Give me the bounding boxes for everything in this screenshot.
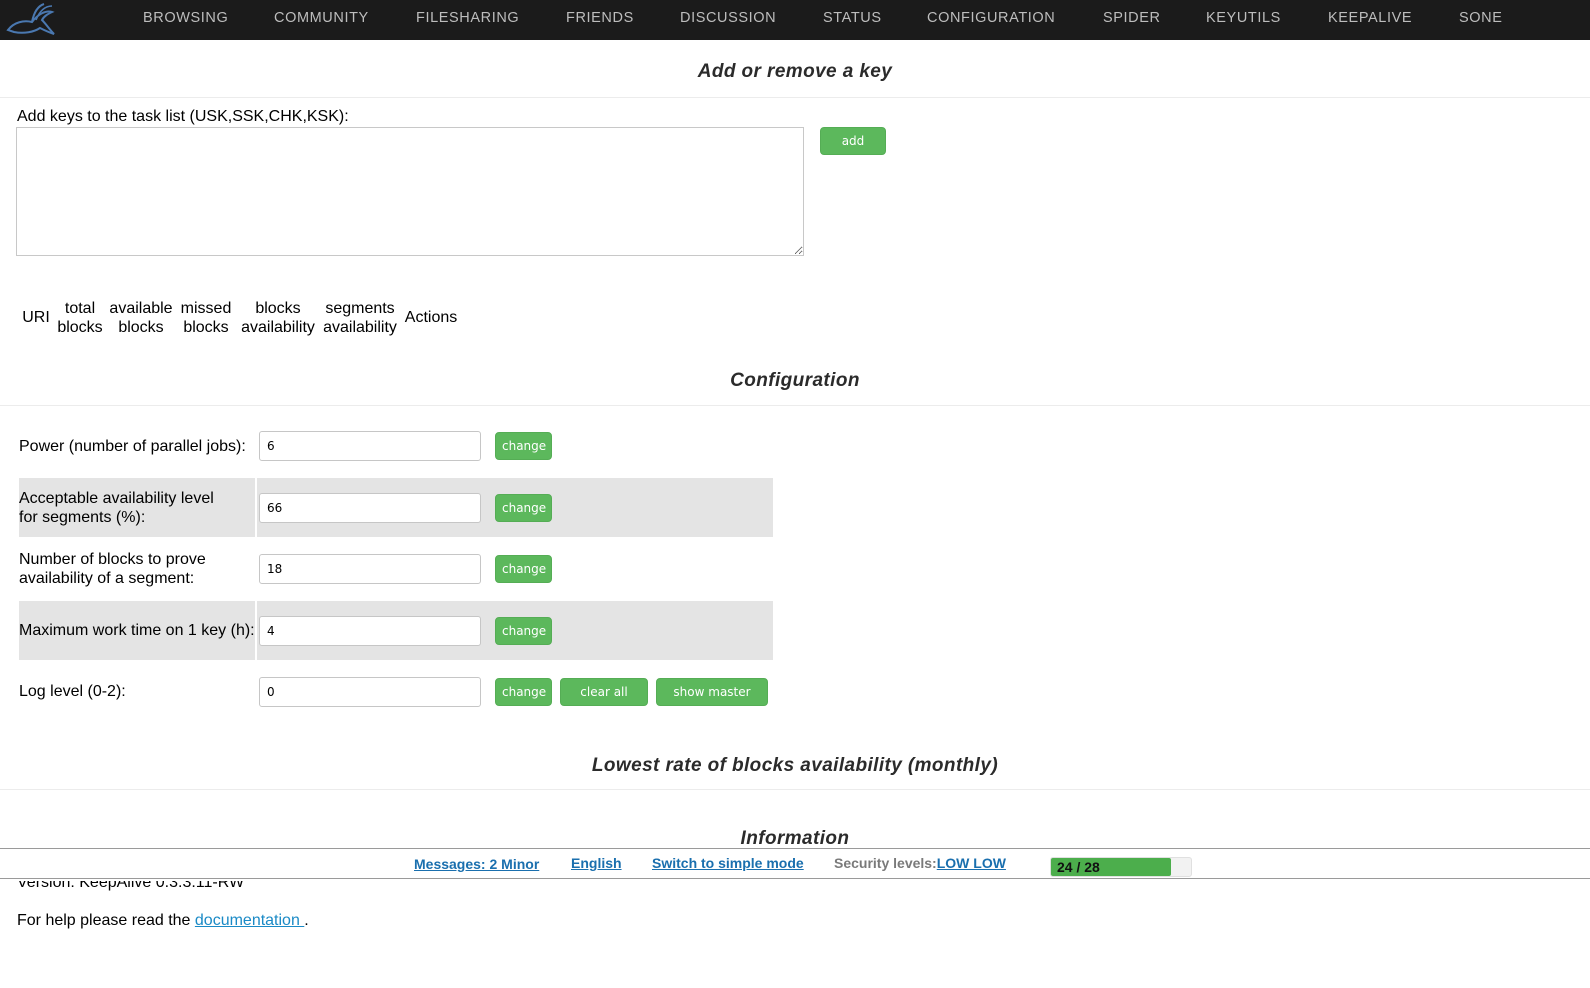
peers-count: 24 / 28 [1057,859,1100,875]
messages-link[interactable]: Messages: 2 Minor [414,856,539,872]
log-level-change-button[interactable]: change [495,678,552,706]
documentation-link[interactable]: documentation [195,912,304,929]
peers-progress-bar[interactable]: 24 / 28 [1050,857,1192,877]
max-work-time-change-button[interactable]: change [495,617,552,645]
add-key-heading: Add or remove a key [697,61,893,82]
power-input[interactable] [259,431,481,461]
availability-level-label: Acceptable availability level for segmen… [19,490,214,526]
top-navigation-bar: BROWSING COMMUNITY FILESHARING FRIENDS D… [0,0,1590,40]
nav-item-spider[interactable]: SPIDER [1103,0,1161,36]
clear-all-logs-button[interactable]: clear all logs [560,678,648,725]
simple-mode-link[interactable]: Switch to simple mode [652,855,804,871]
availability-level-change-button[interactable]: change [495,494,552,522]
nav-item-community[interactable]: COMMUNITY [274,0,369,36]
max-work-time-label: Maximum work time on 1 key (h): [19,622,255,639]
column-header-segments-availability: segments availability [323,300,397,336]
lowest-rate-heading: Lowest rate of blocks availability (mont… [591,755,999,776]
column-header-missed-blocks: missed blocks [180,300,232,336]
log-level-label: Log level (0-2): [19,683,126,700]
availability-level-input[interactable] [259,493,481,523]
column-header-actions: Actions [404,309,458,326]
security-levels-text: Security levels: [834,855,937,871]
nav-item-filesharing[interactable]: FILESHARING [416,0,519,36]
nav-item-discussion[interactable]: DISCUSSION [680,0,776,36]
max-work-time-input[interactable] [259,616,481,646]
nav-item-browsing[interactable]: BROWSING [143,0,228,36]
security-levels-link[interactable]: LOW LOW [937,855,1006,871]
section-divider [0,789,1590,790]
help-prefix-text: For help please read the [17,912,195,929]
section-divider [0,405,1590,406]
status-bar: Messages: 2 Minor English Switch to simp… [0,848,1590,879]
nav-item-friends[interactable]: FRIENDS [566,0,634,36]
blocks-to-prove-input[interactable] [259,554,481,584]
section-divider [0,97,1590,98]
column-header-available-blocks: available blocks [109,300,173,336]
help-suffix-text: . [304,912,309,929]
nav-item-keyutils[interactable]: KEYUTILS [1206,0,1281,36]
freenet-rabbit-logo-icon[interactable] [4,0,56,40]
power-label: Power (number of parallel jobs): [19,438,246,455]
add-keys-button[interactable]: add keys [820,127,886,174]
blocks-to-prove-change-button[interactable]: change [495,555,552,583]
log-level-input[interactable] [259,677,481,707]
power-change-button[interactable]: change [495,432,552,460]
nav-item-sone[interactable]: SONE [1459,0,1503,36]
information-heading: Information [740,828,850,849]
blocks-to-prove-label: Number of blocks to prove availability o… [19,551,206,587]
configuration-heading: Configuration [730,370,860,391]
nav-item-keepalive[interactable]: KEEPALIVE [1328,0,1412,36]
help-text: For help please read the documentation . [17,912,309,930]
nav-item-status[interactable]: STATUS [823,0,882,36]
column-header-total-blocks: total blocks [57,300,103,336]
config-row-divider [255,478,257,537]
security-levels-label: Security levels:LOW LOW [834,855,1006,871]
column-header-uri: URI [22,309,50,326]
add-keys-label: Add keys to the task list (USK,SSK,CHK,K… [17,108,349,125]
keys-textarea[interactable] [16,127,804,256]
nav-item-configuration[interactable]: CONFIGURATION [927,0,1055,36]
column-header-blocks-availability: blocks availability [241,300,315,336]
language-link[interactable]: English [571,855,622,871]
show-master-log-button[interactable]: show master log [656,678,768,725]
